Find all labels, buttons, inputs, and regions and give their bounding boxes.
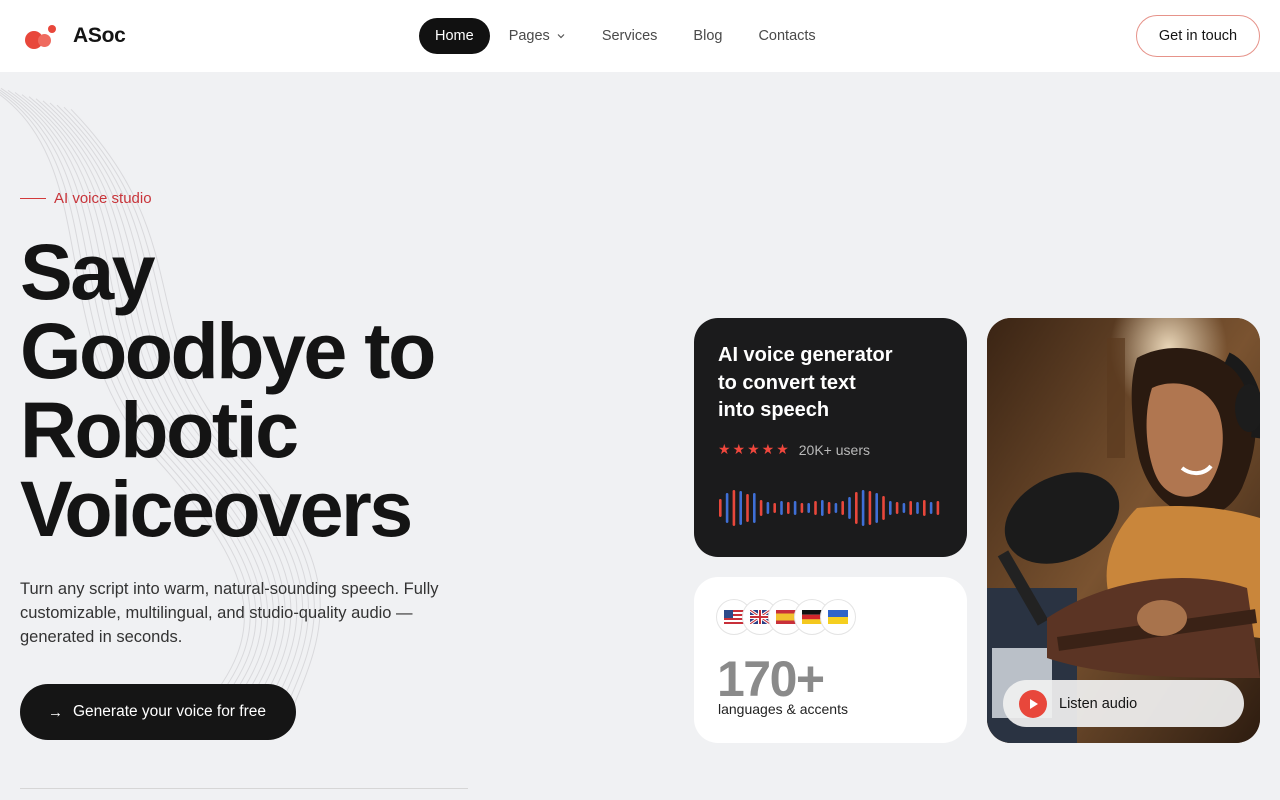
brand-name: ASoc [73, 24, 126, 47]
generate-voice-label: Generate your voice for free [73, 703, 266, 720]
nav-item-pages[interactable]: Pages [494, 18, 581, 54]
play-icon [1019, 689, 1047, 718]
main-nav: Home Pages Services Blog Contacts [419, 18, 837, 54]
audio-waveform-icon [719, 490, 940, 526]
generate-voice-button[interactable]: → Generate your voice for free [20, 684, 296, 740]
eyebrow-line [20, 198, 46, 199]
voice-card-title-line: into speech [718, 399, 830, 421]
hero-eyebrow: AI voice studio [20, 190, 152, 207]
nav-item-services[interactable]: Services [587, 18, 673, 54]
users-count: 20K+ users [798, 441, 870, 458]
voice-card-title-line: to convert text [718, 371, 856, 394]
hero-title-line: Robotic [20, 385, 299, 474]
user-rating: ★★★★★ 20K+ users [718, 441, 870, 458]
voice-card-title: AI voice generator to convert text into … [718, 342, 948, 425]
listen-audio-button[interactable]: Listen audio [1003, 680, 1244, 727]
hero-description: Turn any script into warm, natural-sound… [20, 580, 439, 646]
nav-item-home[interactable]: Home [419, 18, 490, 54]
languages-count: 170+ [717, 651, 825, 707]
nav-item-label: Pages [508, 28, 550, 44]
site-header: ASoc Home Pages Services Blog Contacts G… [0, 0, 1280, 72]
section-divider [20, 788, 468, 789]
brand-logo[interactable]: ASoc [25, 23, 126, 49]
nav-item-contacts[interactable]: Contacts [743, 18, 830, 54]
hero-title: Say Goodbye to Robotic Voiceovers [20, 232, 540, 548]
get-in-touch-button[interactable]: Get in touch [1136, 15, 1260, 57]
nav-item-blog[interactable]: Blog [678, 18, 737, 54]
listen-audio-label: Listen audio [1059, 695, 1138, 712]
language-flags [716, 599, 856, 635]
star-icons: ★★★★★ [718, 441, 791, 457]
hero-title-line: Say [20, 227, 156, 316]
languages-card: 170+ languages & accents [694, 577, 967, 743]
voice-generator-card: AI voice generator to convert text into … [694, 318, 967, 557]
hero-title-line: Goodbye to [20, 306, 436, 395]
eyebrow-text: AI voice studio [54, 190, 152, 207]
arrow-right-icon: → [48, 703, 63, 721]
logo-icon [25, 23, 59, 49]
chevron-down-icon [557, 34, 565, 39]
voice-card-title-line: AI voice generator [718, 344, 893, 366]
studio-photo-card: Listen audio [987, 318, 1260, 743]
ukraine-flag-icon [820, 599, 856, 635]
languages-label: languages & accents [718, 701, 848, 717]
hero-title-line: Voiceovers [20, 464, 413, 553]
